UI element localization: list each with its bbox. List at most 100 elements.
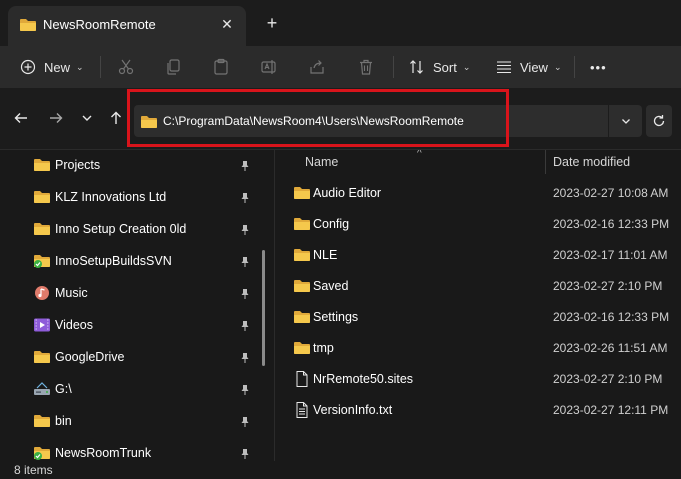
file-date: 2023-02-16 12:33 PM — [553, 217, 670, 231]
file-date: 2023-02-26 11:51 AM — [553, 341, 668, 355]
nav-item-music[interactable]: Music — [0, 278, 265, 310]
nav-item-innosetupbuildssvn[interactable]: InnoSetupBuildsSVN — [0, 246, 265, 278]
plus-circle-icon — [20, 59, 36, 75]
pin-icon — [239, 224, 251, 236]
folder-icon — [19, 17, 37, 33]
svn-folder-icon — [34, 445, 51, 460]
file-row-saved[interactable]: Saved 2023-02-27 2:10 PM — [275, 271, 681, 302]
nav-item-label: NewsRoomTrunk — [55, 446, 152, 460]
column-header-row: Name ^ Date modified — [275, 150, 681, 174]
file-date: 2023-02-27 10:08 AM — [553, 186, 669, 200]
file-date: 2023-02-16 12:33 PM — [553, 310, 670, 324]
arrow-up-icon — [111, 111, 121, 124]
column-header-name[interactable]: Name — [305, 155, 338, 169]
pin-icon — [239, 384, 251, 396]
folder-icon — [293, 247, 311, 263]
arrow-left-icon — [14, 113, 27, 123]
nav-item-inno-setup-creation[interactable]: Inno Setup Creation 0ld — [0, 214, 265, 246]
paste-button[interactable] — [212, 46, 230, 88]
nav-item-klz-innovations[interactable]: KLZ Innovations Ltd — [0, 182, 265, 214]
paste-icon — [214, 58, 228, 75]
cut-button[interactable] — [117, 46, 135, 88]
refresh-icon — [653, 115, 665, 127]
file-row-nrremote50-sites[interactable]: NrRemote50.sites 2023-02-27 2:10 PM — [275, 364, 681, 395]
nav-item-bin[interactable]: bin — [0, 406, 265, 438]
nav-item-googledrive[interactable]: GoogleDrive — [0, 342, 265, 374]
file-list: Name ^ Date modified Audio Editor 2023-0… — [275, 150, 681, 461]
column-divider[interactable] — [545, 150, 546, 174]
nav-item-label: Projects — [55, 158, 101, 172]
pin-icon — [239, 448, 251, 460]
delete-button[interactable] — [357, 46, 375, 88]
up-button[interactable] — [106, 108, 126, 128]
share-button[interactable] — [308, 46, 326, 88]
folder-icon — [293, 309, 311, 325]
refresh-button[interactable] — [646, 105, 672, 137]
sort-button[interactable]: Sort ⌄ — [409, 46, 470, 88]
folder-icon — [33, 157, 51, 173]
pin-icon — [239, 416, 251, 428]
column-header-date-modified[interactable]: Date modified — [553, 155, 630, 169]
chevron-down-icon: ⌄ — [76, 61, 84, 72]
delete-icon — [360, 59, 372, 75]
address-dropdown-button[interactable] — [608, 105, 642, 137]
separator — [100, 56, 101, 78]
navigation-pane: Projects KLZ Innovations Ltd Inno Setup … — [0, 150, 274, 461]
file-name: VersionInfo.txt — [313, 403, 393, 417]
file-row-nle[interactable]: NLE 2023-02-17 11:01 AM — [275, 240, 681, 271]
view-button[interactable]: View ⌄ — [496, 46, 562, 88]
videos-icon — [34, 318, 50, 332]
new-button[interactable]: New ⌄ — [20, 46, 84, 88]
text-file-icon — [296, 402, 308, 418]
rename-icon — [261, 60, 276, 74]
nav-item-label: Music — [55, 286, 88, 300]
navigation-scrollbar[interactable] — [262, 250, 265, 366]
separator — [393, 56, 394, 78]
sort-ascending-icon: ^ — [417, 150, 422, 159]
back-button[interactable] — [11, 108, 31, 128]
folder-icon — [293, 216, 311, 232]
file-row-audio-editor[interactable]: Audio Editor 2023-02-27 10:08 AM — [275, 178, 681, 209]
nav-item-newsroomtrunk[interactable]: NewsRoomTrunk — [0, 438, 265, 461]
close-tab-icon[interactable]: ✕ — [218, 15, 236, 33]
new-tab-button[interactable]: + — [262, 13, 282, 33]
music-icon — [35, 286, 49, 300]
file-name: Saved — [313, 279, 349, 293]
file-row-tmp[interactable]: tmp 2023-02-26 11:51 AM — [275, 333, 681, 364]
drive-icon — [34, 382, 50, 395]
file-name: NrRemote50.sites — [313, 372, 414, 386]
file-name: Audio Editor — [313, 186, 382, 200]
file-row-settings[interactable]: Settings 2023-02-16 12:33 PM — [275, 302, 681, 333]
chevron-down-icon — [82, 115, 92, 121]
nav-item-g-drive[interactable]: G:\ — [0, 374, 265, 406]
view-label: View — [520, 59, 548, 75]
recent-locations-button[interactable] — [77, 108, 97, 128]
nav-item-label: Inno Setup Creation 0ld — [55, 222, 187, 236]
more-options-button[interactable]: ••• — [590, 46, 607, 88]
file-icon — [296, 371, 308, 387]
file-name: NLE — [313, 248, 338, 262]
nav-item-videos[interactable]: Videos — [0, 310, 265, 342]
file-date: 2023-02-27 2:10 PM — [553, 279, 663, 293]
new-label: New — [44, 59, 71, 75]
file-row-config[interactable]: Config 2023-02-16 12:33 PM — [275, 209, 681, 240]
nav-item-projects[interactable]: Projects — [0, 150, 265, 182]
pin-icon — [239, 288, 251, 300]
tab-newsroomremote[interactable]: NewsRoomRemote ✕ — [8, 6, 246, 46]
folder-icon — [33, 189, 51, 205]
folder-icon — [33, 221, 51, 237]
file-date: 2023-02-17 11:01 AM — [553, 248, 668, 262]
pin-icon — [239, 160, 251, 172]
nav-item-label: Videos — [55, 318, 93, 332]
svn-folder-icon — [34, 253, 51, 268]
copy-button[interactable] — [164, 46, 182, 88]
file-date: 2023-02-27 2:10 PM — [553, 372, 663, 386]
separator — [574, 56, 575, 78]
folder-icon — [293, 185, 311, 201]
forward-button[interactable] — [46, 108, 66, 128]
sort-label: Sort — [433, 59, 457, 75]
rename-button[interactable] — [260, 46, 278, 88]
status-bar: 8 items — [0, 461, 681, 479]
cut-icon — [118, 59, 134, 75]
file-row-versioninfo-txt[interactable]: VersionInfo.txt 2023-02-27 12:11 PM — [275, 395, 681, 426]
